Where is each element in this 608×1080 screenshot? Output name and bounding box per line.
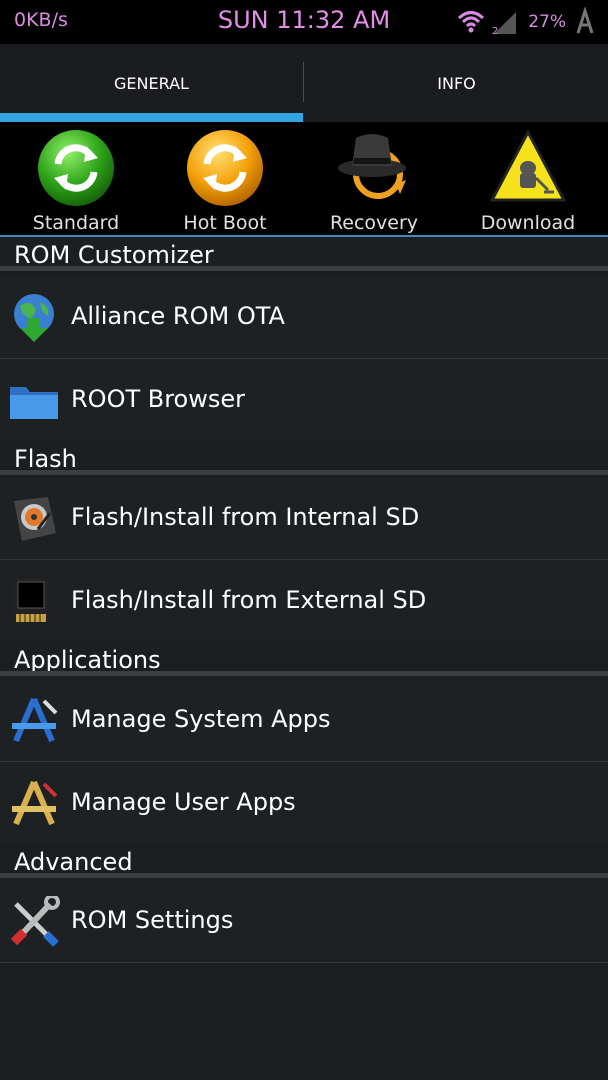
section-divider xyxy=(0,671,608,676)
reboot-download-button[interactable]: Download xyxy=(452,128,604,235)
section-title: Flash xyxy=(14,445,77,473)
reboot-standard-button[interactable]: Standard xyxy=(0,128,152,235)
tab-divider xyxy=(303,62,304,102)
list-item-flash-internal-sd[interactable]: Flash/Install from Internal SD xyxy=(0,477,608,560)
section-divider xyxy=(0,873,608,878)
signal-icon: 2 xyxy=(492,12,517,36)
reboot-standard-label: Standard xyxy=(32,212,120,234)
status-bar: 0KB/s SUN 11:32 AM 2 27% xyxy=(0,0,608,44)
orange-refresh-icon xyxy=(187,130,263,206)
globe-download-icon xyxy=(14,294,54,342)
reboot-hot-boot-label: Hot Boot xyxy=(183,212,267,234)
folder-icon xyxy=(10,387,58,419)
wifi-icon xyxy=(458,11,485,33)
list-item-rom-settings[interactable]: ROM Settings xyxy=(0,880,608,963)
section-title: Advanced xyxy=(14,848,133,876)
status-icons: 2 27% xyxy=(456,4,600,40)
sd-card-icon xyxy=(14,578,48,622)
item-label: Manage System Apps xyxy=(71,705,331,733)
section-header-applications: Applications xyxy=(0,642,608,676)
hard-drive-icon xyxy=(14,497,56,541)
svg-text:2: 2 xyxy=(492,26,498,36)
list-item-flash-external-sd[interactable]: Flash/Install from External SD xyxy=(0,560,608,643)
section-header-advanced: Advanced xyxy=(0,844,608,878)
list-item-manage-user-apps[interactable]: Manage User Apps xyxy=(0,762,608,845)
item-label: ROOT Browser xyxy=(71,385,245,413)
section-title: ROM Customizer xyxy=(14,241,214,269)
section-divider xyxy=(0,470,608,475)
item-label: Flash/Install from External SD xyxy=(71,586,427,614)
battery-icon xyxy=(576,7,594,34)
app-tools-orange-icon xyxy=(12,780,58,826)
reboot-recovery-button[interactable]: Recovery xyxy=(298,128,450,235)
reboot-recovery-label: Recovery xyxy=(329,212,419,234)
section-divider xyxy=(0,266,608,271)
tab-bar: GENERAL INFO xyxy=(0,44,608,123)
app-tools-blue-icon xyxy=(12,697,58,743)
section-title: Applications xyxy=(14,646,161,674)
tab-general[interactable]: GENERAL xyxy=(0,44,303,122)
battery-percent: 27% xyxy=(528,12,566,32)
item-label: ROM Settings xyxy=(71,906,234,934)
item-label: Manage User Apps xyxy=(71,788,296,816)
android-warning-icon xyxy=(489,128,567,202)
list-item-root-browser[interactable]: ROOT Browser xyxy=(0,359,608,442)
clockworkmod-hat-icon xyxy=(338,134,406,199)
item-label: Flash/Install from Internal SD xyxy=(71,503,420,531)
list-item-alliance-rom-ota[interactable]: Alliance ROM OTA xyxy=(0,276,608,359)
list-item-manage-system-apps[interactable]: Manage System Apps xyxy=(0,679,608,762)
item-label: Alliance ROM OTA xyxy=(71,302,285,330)
green-refresh-icon xyxy=(38,130,114,206)
tab-indicator xyxy=(0,113,303,122)
section-header-flash: Flash xyxy=(0,441,608,475)
reboot-download-label: Download xyxy=(480,212,576,234)
reboot-options: Standard Hot Boot Recovery Download xyxy=(0,122,608,237)
reboot-hot-boot-button[interactable]: Hot Boot xyxy=(149,128,301,235)
wrench-screwdriver-icon xyxy=(10,896,60,947)
tab-info[interactable]: INFO xyxy=(305,44,608,122)
section-header-rom-customizer: ROM Customizer xyxy=(0,237,608,271)
